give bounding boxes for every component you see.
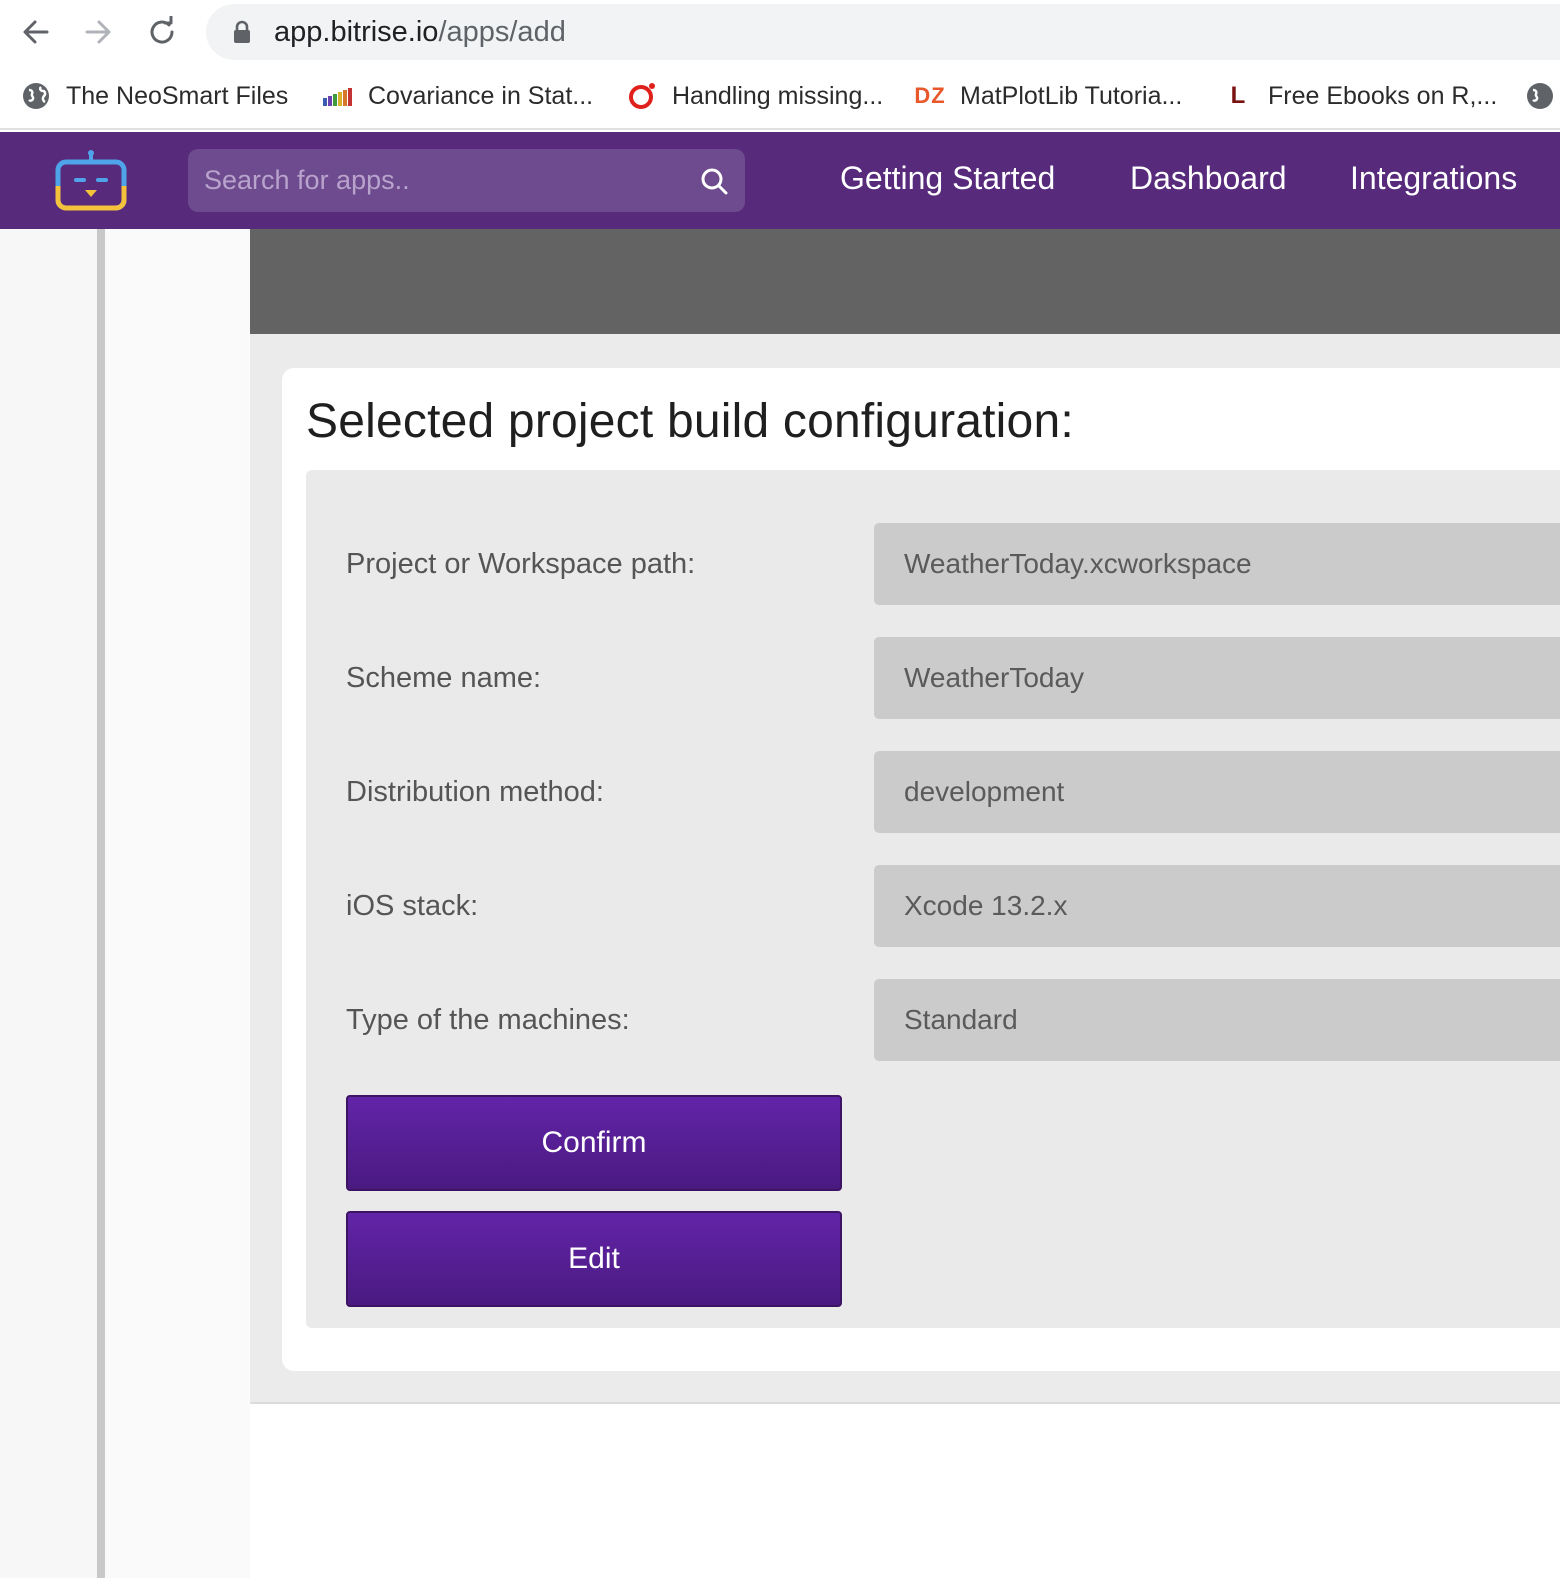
- reload-icon[interactable]: [142, 12, 182, 52]
- bitrise-logo-icon[interactable]: [54, 150, 128, 217]
- l-favicon-icon: L: [1230, 82, 1246, 109]
- search-input[interactable]: [204, 149, 684, 212]
- bookmark-free-ebooks[interactable]: L Free Ebooks on R,...: [1222, 78, 1498, 114]
- bookmark-label: Free Ebooks on R,...: [1268, 81, 1498, 110]
- globe-icon: [1524, 80, 1556, 112]
- footer-area: [250, 1405, 1560, 1563]
- globe-icon: [20, 80, 52, 112]
- workspace-path-value: WeatherToday.xcworkspace: [874, 523, 1560, 605]
- distribution-method-value: development: [874, 751, 1560, 833]
- bookmarks-bar: The NeoSmart Files Covariance in Stat...…: [0, 64, 1560, 130]
- browser-toolbar: app.bitrise.io/apps/add: [0, 0, 1560, 64]
- ios-stack-value: Xcode 13.2.x: [874, 865, 1560, 947]
- bar-chart-favicon-icon: [322, 80, 354, 112]
- nav-integrations[interactable]: Integrations: [1350, 160, 1517, 197]
- ios-stack-text: Xcode 13.2.x: [904, 890, 1068, 921]
- address-bar[interactable]: app.bitrise.io/apps/add: [206, 4, 1560, 60]
- search-icon[interactable]: [699, 166, 729, 201]
- page-hero-band: [250, 229, 1560, 334]
- machine-type-text: Standard: [904, 1004, 1018, 1035]
- bookmark-covariance[interactable]: Covariance in Stat...: [322, 78, 593, 114]
- scheme-name-value: WeatherToday: [874, 637, 1560, 719]
- red-ring-favicon-icon: [626, 80, 658, 112]
- scheme-name-label: Scheme name:: [346, 662, 542, 694]
- bookmark-label: The NeoSmart Files: [66, 81, 289, 110]
- confirm-button[interactable]: Confirm: [346, 1095, 842, 1191]
- bookmark-label: Covariance in Stat...: [368, 81, 594, 110]
- workspace-path-text: WeatherToday.xcworkspace: [904, 548, 1252, 579]
- bookmark-handling-missing[interactable]: Handling missing...: [626, 78, 883, 114]
- distribution-method-text: development: [904, 776, 1065, 807]
- page-title: Selected project build configuration:: [306, 395, 1074, 448]
- forward-arrow-icon[interactable]: [78, 12, 118, 52]
- sidebar-divider: [97, 229, 105, 1578]
- distribution-method-label: Distribution method:: [346, 776, 604, 808]
- dz-favicon-icon: DZ: [914, 83, 946, 108]
- back-arrow-icon[interactable]: [16, 12, 56, 52]
- search-box: [188, 149, 745, 212]
- machine-type-label: Type of the machines:: [346, 1004, 630, 1036]
- workspace-path-label: Project or Workspace path:: [346, 548, 696, 580]
- machine-type-value: Standard: [874, 979, 1560, 1061]
- ios-stack-label: iOS stack:: [346, 890, 479, 922]
- bookmark-matplotlib[interactable]: DZ MatPlotLib Tutoria...: [914, 78, 1182, 114]
- bookmark-neosmart[interactable]: The NeoSmart Files: [20, 78, 288, 114]
- bookmark-label: Handling missing...: [672, 81, 884, 110]
- lock-icon: [232, 20, 252, 49]
- nav-getting-started[interactable]: Getting Started: [840, 160, 1055, 197]
- scheme-name-text: WeatherToday: [904, 662, 1085, 693]
- nav-dashboard[interactable]: Dashboard: [1130, 160, 1287, 197]
- bookmark-label: MatPlotLib Tutoria...: [960, 81, 1183, 110]
- edit-button[interactable]: Edit: [346, 1211, 842, 1307]
- url-text: app.bitrise.io/apps/add: [274, 16, 566, 48]
- app-header: Getting Started Dashboard Integrations: [0, 132, 1560, 229]
- bookmark-overflow[interactable]: [1524, 78, 1560, 114]
- sidebar-inner-panel: [105, 229, 250, 1578]
